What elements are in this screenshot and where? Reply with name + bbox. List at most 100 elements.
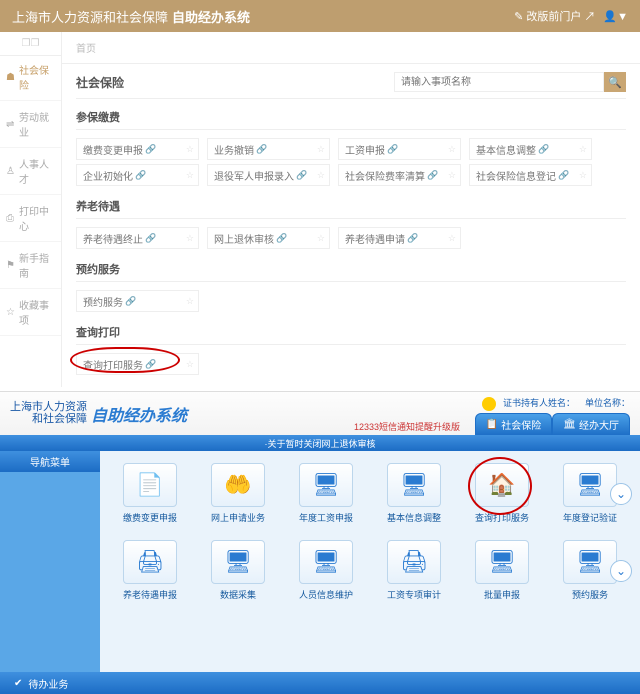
legacy-footer[interactable]: ✔ 待办业务 [0,672,640,694]
service-card[interactable]: 养老待遇终止🔗☆ [76,227,199,249]
tab-hall[interactable]: 🏛 经办大厅 [552,413,630,435]
tile-icon: 🖥 [576,472,604,498]
star-icon[interactable]: ☆ [448,170,456,181]
legacy-org-line1: 上海市人力资源 [10,402,87,414]
service-tile[interactable]: 🖥数据采集 [209,540,267,601]
service-card[interactable]: 基本信息调整🔗☆ [469,138,592,160]
service-tile[interactable]: 🖨 工资专项审计 [385,540,443,601]
tile-label: 网上申请业务 [209,511,267,524]
search-button[interactable]: 🔍 [604,72,626,92]
legacy-header: 上海市人力资源 和社会保障 自助经办系统 证书持有人姓名： 单位名称： 1233… [0,391,640,435]
service-card[interactable]: 退役军人申报录入🔗☆ [207,164,330,186]
org-name: 上海市人力资源和社会保障 [12,7,168,26]
tile-icon: 📄 [136,472,163,498]
tile-icon: 🖥 [576,549,604,575]
service-card[interactable]: 网上退休审核🔗☆ [207,227,330,249]
tile-icon: 🖥 [312,549,340,575]
tile-icon: 🖨 [136,549,164,575]
service-card[interactable]: 企业初始化🔗☆ [76,164,199,186]
legacy-org-line2: 和社会保障 [10,414,87,426]
service-tile[interactable]: 🖨养老待遇申报 [121,540,179,601]
sidebar-item-guide[interactable]: ⚑新手指南 [0,242,61,289]
service-card[interactable]: 缴费变更申报🔗☆ [76,138,199,160]
star-icon[interactable]: ☆ [579,144,587,155]
service-card[interactable]: 社会保险信息登记🔗☆ [469,164,592,186]
tile-icon: 🤲 [224,472,251,498]
link-icon: 🔗 [145,359,156,370]
tile-label: 年度登记验证 [561,511,619,524]
tile-label: 预约服务 [561,588,619,601]
star-icon[interactable]: ☆ [579,170,587,181]
tile-label: 批量申报 [473,588,531,601]
service-tile[interactable]: 🤲 网上申请业务 [209,463,267,524]
legacy-nav-title: 导航菜单 [0,451,100,472]
chevron-down-icon[interactable]: ⌄ [610,483,632,505]
service-card[interactable]: 工资申报🔗☆ [338,138,461,160]
notice-bar[interactable]: ·关于暂时关闭网上退休审核 [0,435,640,451]
legacy-nav: 导航菜单 [0,451,100,672]
link-icon: 🔗 [256,144,267,155]
sidebar-item-labor[interactable]: ⇌劳动就业 [0,101,61,148]
group-title: 参保缴费 [62,99,640,129]
service-card[interactable]: 预约服务🔗☆ [76,290,199,312]
search-input[interactable] [394,72,604,92]
sidebar: ❐❐ ☗社会保险 ⇌劳动就业 ♙人事人才 ⎙打印中心 ⚑新手指南 ☆收藏事项 [0,32,62,387]
legacy-sys-name: 自助经办系统 [91,402,187,426]
star-icon[interactable]: ☆ [317,233,325,244]
star-icon[interactable]: ☆ [186,233,194,244]
cert-info: 证书持有人姓名： 单位名称： [482,396,630,411]
service-card[interactable]: 查询打印服务🔗☆ [76,353,199,375]
sidebar-item-hr[interactable]: ♙人事人才 [0,148,61,195]
service-card[interactable]: 社会保险费率清算🔗☆ [338,164,461,186]
chevron-down-icon[interactable]: ⌄ [610,560,632,582]
legacy-nav-panel[interactable] [0,472,100,672]
link-icon: 🔗 [276,233,287,244]
hotline-link[interactable]: 12333短信通知提醒升级版 [354,420,460,433]
tile-label: 缴费变更申报 [121,511,179,524]
tile-icon: 🏠 [488,472,515,498]
group-title: 查询打印 [62,314,640,344]
tile-label: 工资专项审计 [385,588,443,601]
star-icon[interactable]: ☆ [317,170,325,181]
tile-row-1: 📄 缴费变更申报 🤲 网上申请业务 🖥年度工资申报 🖥 基本信息调整 🏠查询打印服务 🖥 年度登记… [110,463,630,524]
tile-row-2: 🖨养老待遇申报 🖥数据采集 🖥 人员信息维护 🖨 工资专项审计 🖥批量申报 🖥 预约服务 ⌄ [110,540,630,601]
link-icon: 🔗 [387,144,398,155]
legacy-system: 上海市人力资源 和社会保障 自助经办系统 证书持有人姓名： 单位名称： 1233… [0,391,640,694]
service-tile[interactable]: 🏠查询打印服务 [473,463,531,524]
service-tile[interactable]: 🖥批量申报 [473,540,531,601]
link-icon: 🔗 [296,170,307,181]
star-icon[interactable]: ☆ [186,144,194,155]
tab-social-ins[interactable]: 📋 社会保险 [475,413,552,435]
link-icon: 🔗 [145,144,156,155]
star-icon[interactable]: ☆ [186,296,194,307]
sidebar-item-print[interactable]: ⎙打印中心 [0,195,61,242]
star-icon[interactable]: ☆ [186,359,194,370]
service-card[interactable]: 养老待遇申请🔗☆ [338,227,461,249]
main-content: 首页 社会保险 🔍 参保缴费缴费变更申报🔗☆业务撤销🔗☆工资申报🔗☆基本信息调整… [62,32,640,387]
link-icon: 🔗 [145,233,156,244]
star-icon[interactable]: ☆ [186,170,194,181]
star-icon[interactable]: ☆ [448,233,456,244]
link-icon: 🔗 [538,144,549,155]
tile-label: 基本信息调整 [385,511,443,524]
link-icon: 🔗 [427,170,438,181]
link-icon: 🔗 [407,233,418,244]
edit-portal-link[interactable]: ✎ 改版前门户 ↗ [514,8,595,24]
breadcrumb[interactable]: 首页 [62,32,640,64]
tile-label: 年度工资申报 [297,511,355,524]
tile-icon: 🖥 [400,472,428,498]
service-tile[interactable]: 🖥 基本信息调整 [385,463,443,524]
user-menu[interactable]: 👤▼ [603,10,628,23]
tile-label: 人员信息维护 [297,588,355,601]
service-tile[interactable]: 📄 缴费变更申报 [121,463,179,524]
sidebar-item-fav[interactable]: ☆收藏事项 [0,289,61,336]
star-icon[interactable]: ☆ [448,144,456,155]
apps-icon[interactable]: ❐❐ [0,32,61,56]
edit-icon: ✎ [514,11,523,23]
star-icon[interactable]: ☆ [317,144,325,155]
tile-icon: 🖨 [400,549,428,575]
service-card[interactable]: 业务撤销🔗☆ [207,138,330,160]
sidebar-item-social-ins[interactable]: ☗社会保险 [0,56,61,101]
service-tile[interactable]: 🖥年度工资申报 [297,463,355,524]
service-tile[interactable]: 🖥 人员信息维护 [297,540,355,601]
